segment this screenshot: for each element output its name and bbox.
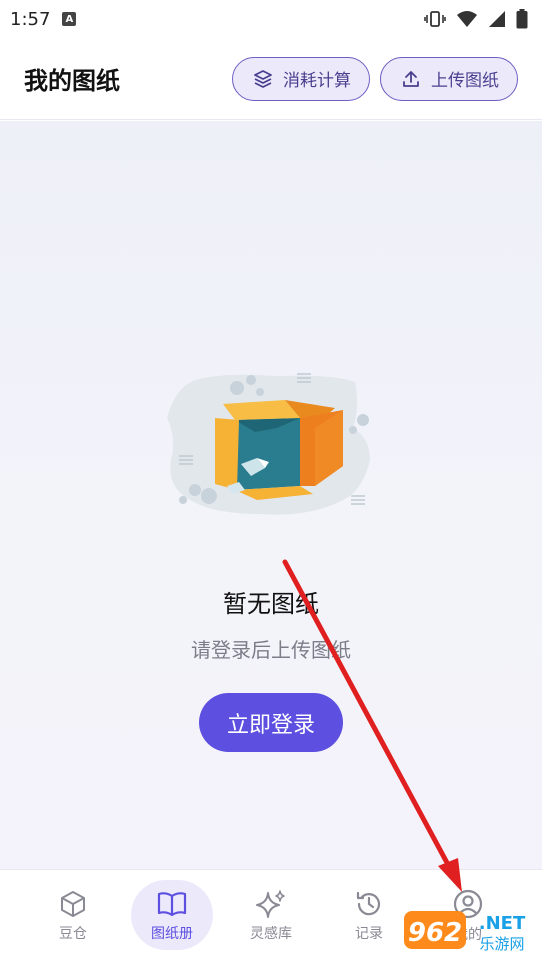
empty-state-title: 暂无图纸 — [223, 590, 319, 618]
history-icon — [356, 891, 381, 916]
page-title: 我的图纸 — [24, 67, 120, 95]
nav-item-drawings[interactable]: 图纸册 — [132, 880, 212, 952]
status-bar: 1:57 A — [0, 0, 542, 38]
upload-icon — [403, 70, 419, 87]
upload-drawing-button[interactable]: 上传图纸 — [380, 56, 518, 101]
header-actions: 消耗计算 上传图纸 — [232, 56, 518, 101]
nav-label-inspiration: 灵感库 — [250, 926, 292, 942]
cube-icon — [61, 891, 85, 917]
layers-icon — [254, 69, 272, 88]
consumption-calc-button[interactable]: 消耗计算 — [232, 56, 370, 101]
signal-icon — [489, 11, 505, 27]
nav-item-storage[interactable]: 豆仓 — [33, 880, 113, 952]
book-icon — [157, 892, 187, 917]
watermark-net: .NET — [479, 913, 526, 934]
login-now-button[interactable]: 立即登录 — [199, 693, 343, 752]
site-watermark-logo: 962 .NET 乐游网 — [404, 911, 526, 953]
status-time: 1:57 — [10, 8, 51, 30]
consumption-calc-label: 消耗计算 — [283, 71, 351, 91]
notification-a-icon: A — [62, 12, 77, 26]
sparkle-icon — [256, 890, 285, 918]
nav-item-inspiration[interactable]: 灵感库 — [231, 880, 311, 952]
nav-label-history: 记录 — [355, 926, 383, 942]
watermark-site-name: 乐游网 — [479, 935, 524, 953]
empty-box-illustration — [167, 373, 370, 515]
app-header: 我的图纸 消耗计算 上传图纸 — [0, 38, 542, 120]
upload-drawing-label: 上传图纸 — [431, 71, 499, 91]
watermark-962: 962 — [408, 918, 462, 948]
battery-icon — [516, 9, 528, 29]
wifi-icon — [457, 11, 477, 27]
nav-item-history[interactable]: 记录 — [329, 880, 409, 952]
empty-state-subtitle: 请登录后上传图纸 — [191, 638, 351, 662]
nav-label-storage: 豆仓 — [59, 926, 87, 942]
vibrate-icon — [424, 11, 446, 27]
nav-label-drawings: 图纸册 — [151, 926, 193, 942]
